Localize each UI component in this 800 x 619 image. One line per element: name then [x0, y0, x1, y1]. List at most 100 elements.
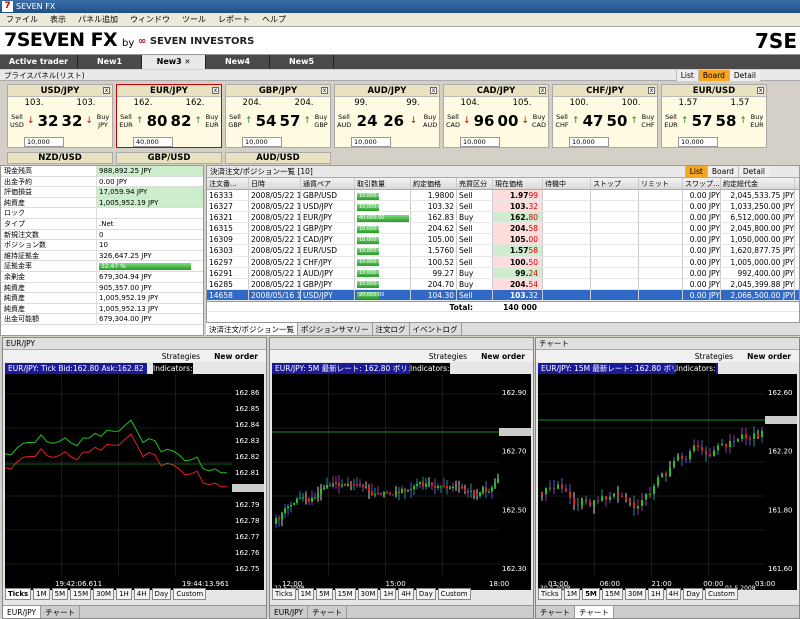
sell-button[interactable]: Sell EUR — [664, 113, 678, 129]
buy-button[interactable]: Buy JPY — [96, 113, 110, 129]
new-order-button[interactable]: New order — [747, 352, 791, 361]
sell-pips[interactable]: 24 — [357, 112, 378, 130]
orders-view-detail[interactable]: Detail — [737, 166, 769, 177]
price-chart[interactable]: 162.86 162.85 162.84 162.83 162.82 162.81 162.… — [5, 374, 264, 590]
price-card-gbp-usd[interactable]: GBP/USD — [116, 152, 222, 164]
timeframe-button[interactable]: 1M — [563, 588, 581, 600]
timeframe-button[interactable]: 1M — [297, 588, 315, 600]
close-icon[interactable]: x — [430, 87, 437, 94]
timeframe-button[interactable]: 15M — [601, 588, 623, 600]
sell-pips[interactable]: 57 — [692, 112, 713, 130]
buy-button[interactable]: Buy EUR — [750, 113, 764, 129]
timeframe-button[interactable]: 1H — [647, 588, 664, 600]
tab-active-trader[interactable]: Active trader — [0, 55, 78, 69]
chart-tab[interactable]: EUR/JPY — [3, 606, 42, 618]
tab-position-summary[interactable]: ポジションサマリー — [298, 323, 373, 335]
column-header[interactable]: 日時 — [249, 178, 301, 189]
buy-button[interactable]: Buy GBP — [314, 113, 328, 129]
price-card-aud-jpy[interactable]: AUD/JPY x 99. 99. Sell AUD 24 26 ↓ Buy AUD 1… — [334, 84, 440, 148]
sell-pips[interactable]: 47 — [583, 112, 604, 130]
sell-button[interactable]: Sell AUD — [337, 113, 351, 129]
timeframe-button[interactable]: Custom — [173, 588, 207, 600]
amount-input[interactable]: 10,000 — [242, 137, 282, 147]
timeframe-button[interactable]: 5M — [582, 588, 600, 600]
view-detail-button[interactable]: Detail — [728, 70, 760, 81]
chart-tab[interactable]: EUR/JPY — [270, 606, 309, 618]
buy-pips[interactable]: 26 — [383, 112, 404, 130]
table-row[interactable]: 16303 2008/05/22 1... EUR/USD 10,000.00 … — [207, 245, 799, 257]
chart-tab[interactable]: チャート — [536, 606, 575, 618]
timeframe-button[interactable]: Day — [683, 588, 704, 600]
timeframe-button[interactable]: 30M — [93, 588, 115, 600]
timeframe-button[interactable]: Ticks — [538, 588, 562, 600]
chart-tab[interactable]: チャート — [574, 606, 614, 618]
menu-view[interactable]: 表示 — [50, 14, 66, 25]
chart-tab[interactable]: チャート — [41, 606, 81, 618]
amount-input[interactable]: 10,000 — [351, 137, 391, 147]
close-icon[interactable]: x — [212, 87, 219, 94]
timeframe-button[interactable]: 30M — [357, 588, 379, 600]
price-chart[interactable]: 162.90162.70162.50162.3012:0015:0018:002… — [272, 374, 531, 590]
indicators-label[interactable]: Indicators: — [153, 363, 193, 374]
table-row[interactable]: 16321 2008/05/22 1... EUR/JPY 40,000.00 … — [207, 212, 799, 224]
close-icon[interactable]: x — [103, 87, 110, 94]
column-header[interactable]: 売買区分 — [457, 178, 493, 189]
timeframe-button[interactable]: Day — [151, 588, 172, 600]
amount-input[interactable]: 10,000 — [678, 137, 718, 147]
column-header[interactable]: リミット — [639, 178, 683, 189]
strategies-button[interactable]: Strategies — [162, 352, 200, 361]
timeframe-button[interactable]: 5M — [51, 588, 69, 600]
column-header[interactable]: スワップ... — [683, 178, 721, 189]
column-header[interactable]: 待機中 — [543, 178, 591, 189]
timeframe-button[interactable]: 1H — [116, 588, 132, 600]
timeframe-button[interactable]: Custom — [437, 588, 471, 600]
timeframe-button[interactable]: 15M — [334, 588, 356, 600]
amount-input[interactable]: 40,000 — [133, 137, 173, 147]
new-order-button[interactable]: New order — [214, 352, 258, 361]
table-row[interactable]: 14658 2008/05/16 1... USD/JPY 20,000.00 … — [207, 289, 799, 301]
orders-view-list[interactable]: List — [684, 166, 707, 177]
orders-view-board[interactable]: Board — [706, 166, 738, 177]
tab-orders-positions[interactable]: 決済注文/ポジション一覧 — [206, 323, 299, 335]
timeframe-button[interactable]: Custom — [705, 588, 738, 600]
close-icon[interactable]: x — [648, 87, 655, 94]
timeframe-button[interactable]: Day — [415, 588, 436, 600]
table-row[interactable]: 16327 2008/05/22 1... USD/JPY 10,000.00 … — [207, 201, 799, 213]
buy-pips[interactable]: 00 — [498, 112, 519, 130]
table-row[interactable]: 16291 2008/05/22 1... AUD/JPY 10,000.00 … — [207, 267, 799, 279]
buy-button[interactable]: Buy EUR — [205, 113, 219, 129]
column-header[interactable]: ストップ — [591, 178, 639, 189]
timeframe-button[interactable]: 15M — [70, 588, 92, 600]
timeframe-button[interactable]: Ticks — [5, 588, 32, 600]
price-card-nzd-usd[interactable]: NZD/USD — [7, 152, 113, 164]
tab-new4[interactable]: New4 — [206, 55, 270, 69]
new-order-button[interactable]: New order — [481, 352, 525, 361]
price-card-gbp-jpy[interactable]: GBP/JPY x 204. 204. Sell GBP ↑ 54 57 ↑ Buy GB… — [225, 84, 331, 148]
amount-input[interactable]: 10,000 — [24, 137, 64, 147]
amount-input[interactable]: 10,000 — [569, 137, 609, 147]
column-header[interactable]: 取引数量 — [355, 178, 411, 189]
buy-pips[interactable]: 32 — [62, 112, 83, 130]
amount-input[interactable]: 10,000 — [460, 137, 500, 147]
buy-button[interactable]: Buy CHF — [641, 113, 655, 129]
price-chart[interactable]: 162.60 162.20 161.80 161.60 03:00 06:00 21:00 0… — [538, 374, 797, 590]
sell-pips[interactable]: 32 — [38, 112, 59, 130]
tab-new1[interactable]: New1 — [78, 55, 142, 69]
timeframe-button[interactable]: 30M — [624, 588, 646, 600]
sell-pips[interactable]: 54 — [256, 112, 277, 130]
menu-report[interactable]: レポート — [218, 14, 250, 25]
column-header[interactable]: 現在価格 — [493, 178, 543, 189]
buy-button[interactable]: Buy CAD — [532, 113, 546, 129]
timeframe-button[interactable]: 4H — [133, 588, 150, 600]
timeframe-button[interactable]: Ticks — [272, 588, 296, 600]
price-card-eur-jpy[interactable]: EUR/JPY x 162. 162. Sell EUR ↑ 80 82 ↑ Buy EU… — [116, 84, 222, 148]
price-card-cad-jpy[interactable]: CAD/JPY x 104. 105. Sell CAD ↓ 96 00 ↓ Buy CA… — [443, 84, 549, 148]
menu-add-panel[interactable]: パネル追加 — [78, 14, 118, 25]
timeframe-button[interactable]: 5M — [316, 588, 333, 600]
table-row[interactable]: 16333 2008/05/22 1... GBP/USD 10,000.00 … — [207, 190, 799, 202]
price-card-aud-usd[interactable]: AUD/USD — [225, 152, 331, 164]
sell-button[interactable]: Sell EUR — [119, 113, 133, 129]
timeframe-button[interactable]: 4H — [665, 588, 682, 600]
menu-window[interactable]: ウィンドウ — [130, 14, 170, 25]
tab-new5[interactable]: New5 — [270, 55, 334, 69]
